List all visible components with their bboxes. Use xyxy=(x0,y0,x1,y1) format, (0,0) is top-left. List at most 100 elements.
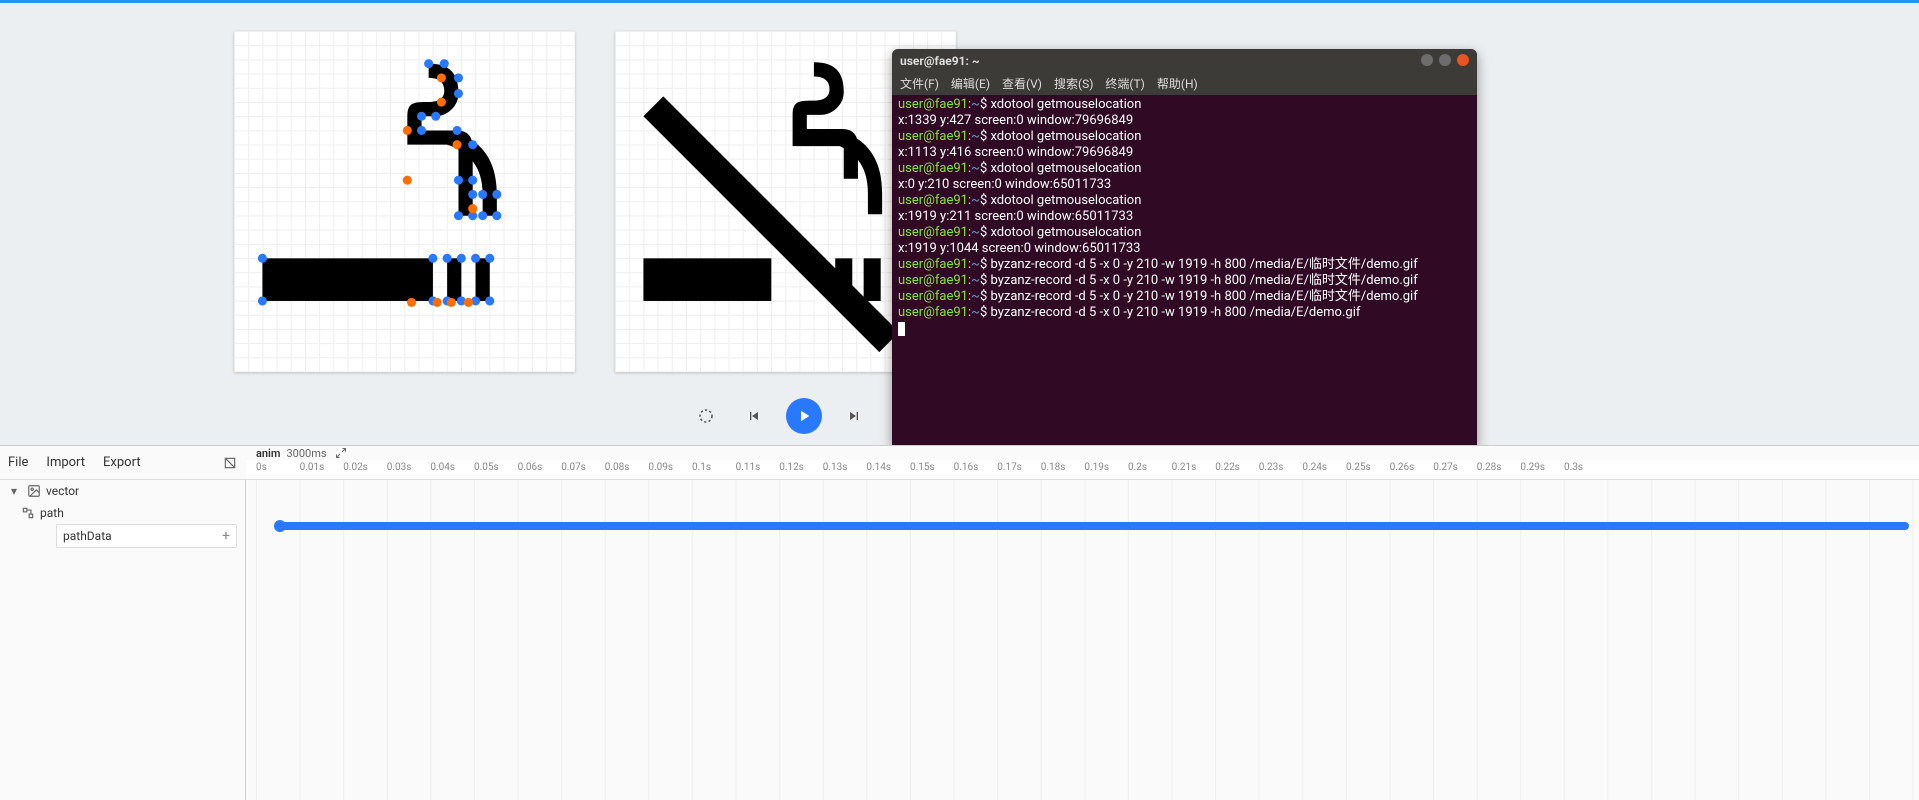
layer-path-label: path xyxy=(40,506,64,520)
ruler-tick: 0.12s xyxy=(779,462,804,473)
layer-root[interactable]: ▾ vector xyxy=(0,480,245,502)
ruler-tick: 0.2s xyxy=(1128,462,1147,473)
ruler-tick: 0.07s xyxy=(561,462,586,473)
anchor-point[interactable] xyxy=(417,112,426,121)
prev-frame-button[interactable] xyxy=(738,400,770,432)
control-point[interactable] xyxy=(433,298,442,307)
transport-bar xyxy=(690,398,918,434)
anchor-point[interactable] xyxy=(468,176,477,185)
menu-search[interactable]: 搜索(S) xyxy=(1054,76,1093,92)
anchor-point[interactable] xyxy=(492,190,501,199)
play-button[interactable] xyxy=(786,398,822,434)
layer-path[interactable]: path xyxy=(0,502,245,524)
menu-import-btn[interactable]: Import xyxy=(46,455,85,470)
control-point[interactable] xyxy=(468,204,477,213)
ruler-tick: 0.14s xyxy=(866,462,891,473)
anchor-point[interactable] xyxy=(454,211,463,220)
control-point[interactable] xyxy=(403,126,412,135)
bottom-panel: File Import Export ▾ vector path pathDat… xyxy=(0,445,1919,800)
ruler-tick: 0.05s xyxy=(474,462,499,473)
timeline: anim 3000ms 0s0.01s0.02s0.03s0.04s0.05s0… xyxy=(246,446,1919,800)
anchor-point[interactable] xyxy=(453,126,462,135)
anim-name: anim xyxy=(256,447,280,460)
terminal-titlebar[interactable]: user@fae91: ~ xyxy=(892,49,1477,73)
terminal-title: user@fae91: ~ xyxy=(900,53,980,69)
control-point[interactable] xyxy=(437,97,446,106)
maximize-button[interactable] xyxy=(1439,54,1451,66)
ruler-tick: 0.1s xyxy=(692,462,711,473)
canvas-source[interactable] xyxy=(234,31,575,372)
menu-export-btn[interactable]: Export xyxy=(103,455,141,470)
chevron-down-icon: ▾ xyxy=(6,483,22,499)
anchor-point[interactable] xyxy=(468,140,477,149)
ruler-tick: 0s xyxy=(256,462,267,473)
anchor-point[interactable] xyxy=(478,211,487,220)
ruler-tick: 0.19s xyxy=(1084,462,1109,473)
terminal-window[interactable]: user@fae91: ~ 文件(F) 编辑(E) 查看(V) 搜索(S) 终端… xyxy=(892,49,1477,446)
anchor-point[interactable] xyxy=(258,296,267,305)
path-icon xyxy=(20,505,36,521)
path-preview xyxy=(234,31,575,372)
anchor-point[interactable] xyxy=(417,126,426,135)
ruler-tick: 0.08s xyxy=(605,462,630,473)
ruler-tick: 0.03s xyxy=(387,462,412,473)
anchor-point[interactable] xyxy=(485,296,494,305)
ruler-tick: 0.27s xyxy=(1433,462,1458,473)
ruler-tick: 0.06s xyxy=(518,462,543,473)
anchor-point[interactable] xyxy=(443,254,452,263)
ruler-tick: 0.04s xyxy=(430,462,455,473)
keyframe-start[interactable] xyxy=(274,520,286,532)
anchor-point[interactable] xyxy=(454,89,463,98)
anchor-point[interactable] xyxy=(424,59,433,68)
property-pathdata[interactable]: pathData + xyxy=(56,524,237,548)
control-point[interactable] xyxy=(447,298,456,307)
ruler-tick: 0.18s xyxy=(1041,462,1066,473)
ruler-tick: 0.16s xyxy=(954,462,979,473)
anchor-point[interactable] xyxy=(428,254,437,263)
close-button[interactable] xyxy=(1457,54,1469,66)
ruler-tick: 0.28s xyxy=(1477,462,1502,473)
anchor-point[interactable] xyxy=(478,190,487,199)
control-point[interactable] xyxy=(464,298,473,307)
anchor-point[interactable] xyxy=(454,176,463,185)
expand-icon[interactable] xyxy=(333,445,349,461)
keyframe-span[interactable] xyxy=(278,522,1909,530)
ruler-tick: 0.25s xyxy=(1346,462,1371,473)
timeline-ruler[interactable]: 0s0.01s0.02s0.03s0.04s0.05s0.06s0.07s0.0… xyxy=(246,460,1919,480)
anchor-point[interactable] xyxy=(471,254,480,263)
control-point[interactable] xyxy=(407,298,416,307)
reset-button[interactable] xyxy=(690,400,722,432)
timeline-track[interactable] xyxy=(256,522,1909,534)
bottom-toolbar: File Import Export xyxy=(0,446,246,480)
minimize-button[interactable] xyxy=(1421,54,1433,66)
control-point[interactable] xyxy=(403,176,412,185)
ruler-tick: 0.29s xyxy=(1520,462,1545,473)
ruler-tick: 0.23s xyxy=(1259,462,1284,473)
anchor-point[interactable] xyxy=(485,254,494,263)
anchor-point[interactable] xyxy=(431,112,440,121)
anchor-point[interactable] xyxy=(258,254,267,263)
ruler-tick: 0.3s xyxy=(1564,462,1583,473)
anchor-point[interactable] xyxy=(457,254,466,263)
menu-view[interactable]: 查看(V) xyxy=(1002,76,1042,92)
add-keyframe-icon[interactable]: + xyxy=(222,528,230,544)
anchor-point[interactable] xyxy=(454,73,463,82)
control-point[interactable] xyxy=(437,73,446,82)
ruler-tick: 0.11s xyxy=(736,462,761,473)
collapse-icon[interactable] xyxy=(222,455,238,471)
anchor-point[interactable] xyxy=(468,190,477,199)
terminal-menubar: 文件(F) 编辑(E) 查看(V) 搜索(S) 终端(T) 帮助(H) xyxy=(892,73,1477,95)
menu-edit[interactable]: 编辑(E) xyxy=(951,76,990,92)
menu-help[interactable]: 帮助(H) xyxy=(1157,76,1198,92)
menu-file[interactable]: 文件(F) xyxy=(900,76,939,92)
control-point[interactable] xyxy=(453,140,462,149)
anchor-point[interactable] xyxy=(440,59,449,68)
next-frame-button[interactable] xyxy=(838,400,870,432)
menu-file-btn[interactable]: File xyxy=(8,455,28,470)
menu-terminal[interactable]: 终端(T) xyxy=(1105,76,1144,92)
ruler-tick: 0.17s xyxy=(997,462,1022,473)
anchor-point[interactable] xyxy=(492,211,501,220)
terminal-body[interactable]: user@fae91:~$ xdotool getmouselocation x… xyxy=(892,95,1477,339)
ruler-tick: 0.24s xyxy=(1302,462,1327,473)
ruler-tick: 0.15s xyxy=(910,462,935,473)
